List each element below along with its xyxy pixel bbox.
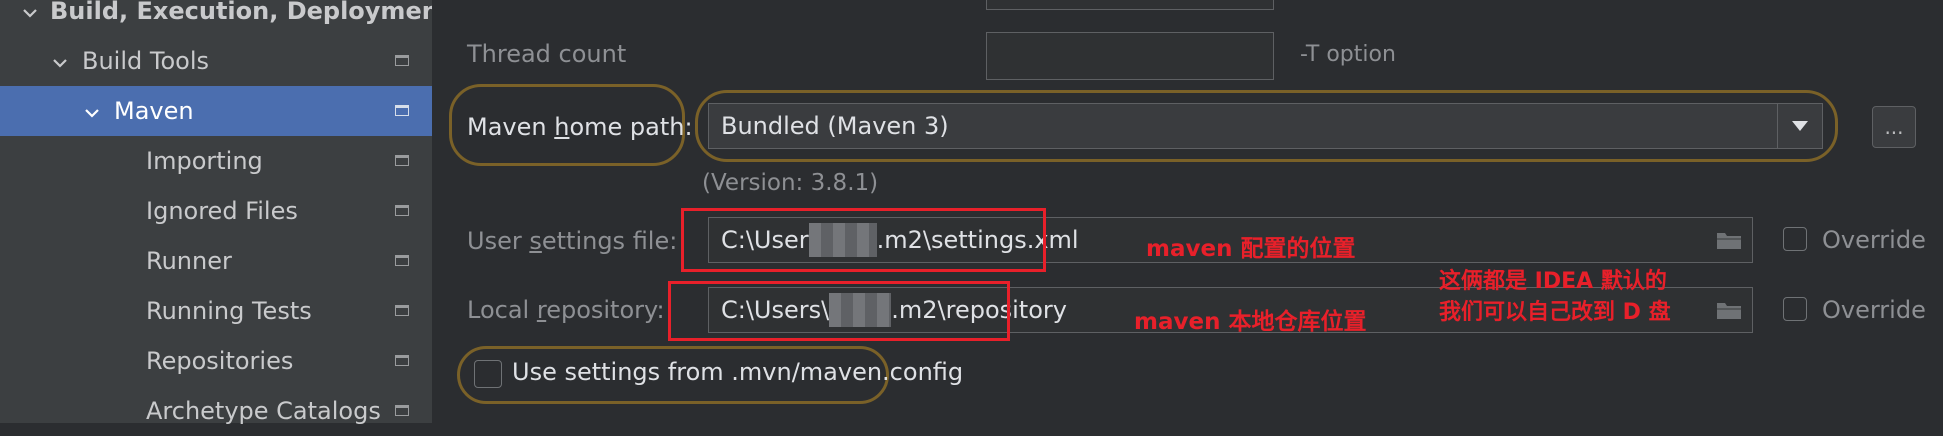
- thread-count-input[interactable]: [986, 32, 1274, 80]
- maven-home-combobox[interactable]: Bundled (Maven 3): [708, 103, 1823, 149]
- tree-item-build-execution-deployment[interactable]: Build, Execution, Deployment: [0, 0, 450, 36]
- user-settings-override-label: Override: [1822, 226, 1926, 254]
- tree-item-runner[interactable]: Runner: [0, 236, 432, 286]
- chevron-down-icon[interactable]: [50, 51, 70, 71]
- project-settings-icon: [395, 305, 409, 316]
- thread-count-label: Thread count: [467, 40, 627, 68]
- project-settings-icon: [395, 205, 409, 216]
- settings-sidebar: Build, Execution, Deployment Build Tools…: [0, 0, 450, 425]
- use-mvn-config-label[interactable]: Use settings from .mvn/maven.config: [512, 358, 963, 386]
- maven-settings-panel: Thread count -T option Maven home path: …: [432, 0, 1943, 423]
- use-mvn-config-checkbox[interactable]: [474, 360, 502, 388]
- annotation-default-note-line1: 这俩都是 IDEA 默认的: [1439, 269, 1667, 294]
- tree-item-label: Repositories: [146, 347, 294, 375]
- dropdown-arrow-icon[interactable]: [1777, 104, 1822, 148]
- local-repository-override-label: Override: [1822, 296, 1926, 324]
- tree-item-running-tests[interactable]: Running Tests: [0, 286, 432, 336]
- tree-item-maven[interactable]: Maven: [0, 86, 432, 136]
- folder-icon[interactable]: [1716, 230, 1742, 250]
- tree-item-label: Importing: [146, 147, 263, 175]
- annotation-box-repository: [668, 281, 1010, 341]
- project-settings-icon: [395, 105, 409, 116]
- local-repository-label: Local repository:: [467, 296, 665, 324]
- tree-item-importing[interactable]: Importing: [0, 136, 432, 186]
- tree-item-label: Runner: [146, 247, 232, 275]
- tree-item-label: Archetype Catalogs: [146, 397, 381, 425]
- project-settings-icon: [395, 405, 409, 416]
- tree-item-repositories[interactable]: Repositories: [0, 336, 432, 386]
- maven-version-label: (Version: 3.8.1): [702, 170, 879, 196]
- tree-item-ignored-files[interactable]: Ignored Files: [0, 186, 432, 236]
- annotation-box-settings: [681, 208, 1046, 272]
- thread-count-hint: -T option: [1300, 42, 1396, 67]
- project-settings-icon: [395, 55, 409, 66]
- user-settings-label: User settings file:: [467, 227, 678, 255]
- local-repository-override-checkbox[interactable]: [1783, 297, 1807, 321]
- folder-icon[interactable]: [1716, 300, 1742, 320]
- chevron-down-icon[interactable]: [82, 101, 102, 121]
- chevron-down-icon[interactable]: [20, 1, 40, 21]
- tree-item-label: Maven: [114, 97, 194, 125]
- maven-home-label: Maven home path:: [467, 113, 693, 141]
- tree-item-archetype-catalogs[interactable]: Archetype Catalogs: [0, 386, 432, 436]
- annotation-default-note-line2: 我们可以自己改到 D 盘: [1439, 300, 1671, 325]
- tree-item-label: Build Tools: [82, 47, 209, 75]
- tree-item-label: Build, Execution, Deployment: [50, 0, 451, 25]
- previous-field[interactable]: [986, 0, 1274, 10]
- annotation-repo-note: maven 本地仓库位置: [1134, 309, 1367, 335]
- project-settings-icon: [395, 255, 409, 266]
- user-settings-override-checkbox[interactable]: [1783, 227, 1807, 251]
- annotation-settings-note: maven 配置的位置: [1146, 236, 1356, 262]
- project-settings-icon: [395, 355, 409, 366]
- tree-item-build-tools[interactable]: Build Tools: [0, 36, 432, 86]
- tree-item-label: Ignored Files: [146, 197, 298, 225]
- project-settings-icon: [395, 155, 409, 166]
- tree-item-label: Running Tests: [146, 297, 312, 325]
- browse-maven-home-button[interactable]: ...: [1872, 106, 1916, 148]
